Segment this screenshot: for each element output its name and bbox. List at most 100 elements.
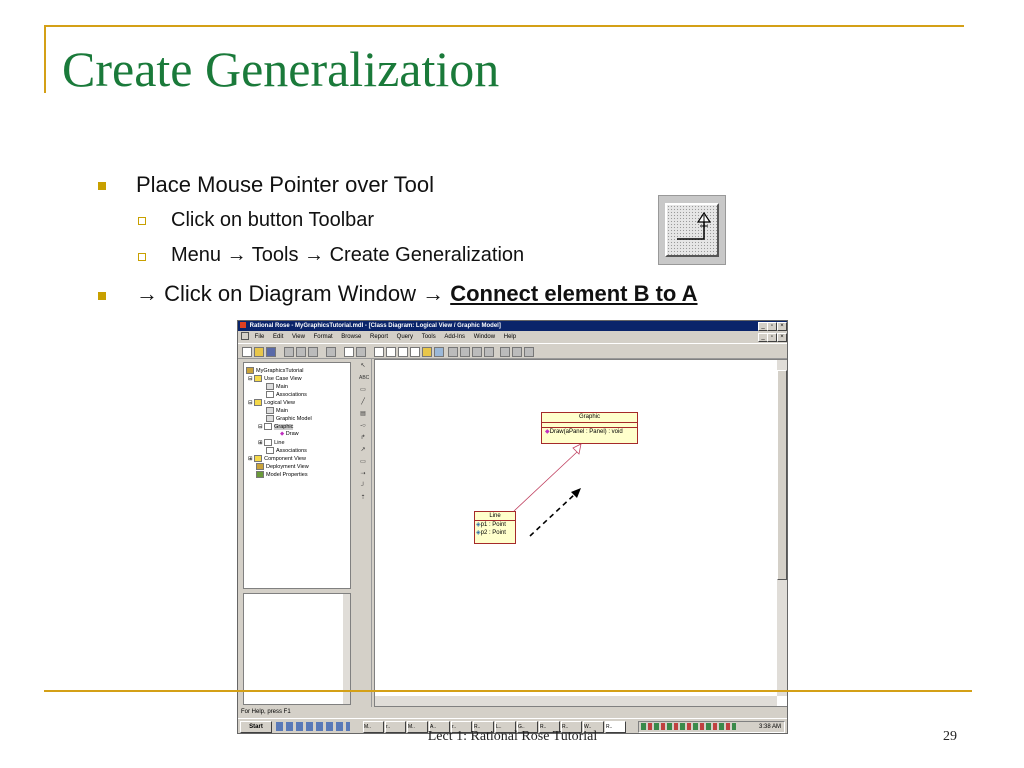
scroll-thumb[interactable] — [777, 370, 787, 580]
association-tool-icon[interactable]: ↱ — [359, 435, 367, 442]
print-icon[interactable] — [326, 347, 336, 357]
tree-item[interactable]: Main — [266, 383, 288, 391]
note-tool-icon[interactable]: ▭ — [359, 387, 367, 394]
dependency-tool-icon[interactable]: ⇢ — [359, 471, 367, 478]
tree-label: Line — [274, 439, 285, 446]
menu-report[interactable]: Report — [370, 332, 388, 342]
diagram-icon[interactable] — [398, 347, 408, 357]
sub-bullet-marker — [138, 253, 146, 261]
tree-item-selected[interactable]: ⊟ Graphic — [258, 423, 294, 431]
help-icon[interactable] — [344, 347, 354, 357]
deployment-icon — [256, 463, 264, 470]
window-title: Rational Rose - MyGraphicsTutorial.mdl -… — [249, 323, 501, 329]
menu-query[interactable]: Query — [397, 332, 413, 342]
quick-launch-icons[interactable] — [276, 722, 350, 731]
menu-browse[interactable]: Browse — [341, 332, 361, 342]
model-browser[interactable]: MyGraphicsTutorial ⊟ Use Case View Main … — [243, 362, 351, 589]
tree-label: Use Case View — [264, 375, 302, 382]
copy-icon[interactable] — [296, 347, 306, 357]
realize-tool-icon[interactable]: ⇡ — [359, 495, 367, 502]
zoom-icon[interactable] — [500, 347, 510, 357]
maximize-button[interactable]: ▫ — [767, 322, 777, 331]
diagram-canvas[interactable]: Graphic ◆Draw(aPanel : Panel) : void Lin… — [374, 359, 787, 707]
tree-label: Associations — [276, 447, 307, 454]
diagram-icon[interactable] — [410, 347, 420, 357]
diagram-icon[interactable] — [374, 347, 384, 357]
window-icon[interactable] — [524, 347, 534, 357]
tree-label: Graphic Model — [276, 415, 312, 422]
tree-item[interactable]: ⊞ Line — [258, 439, 285, 447]
diagram-toolbox: ↖ ABC ▭ ╱ ▤ -○ ↱ ↗ ▭ ⇢ ┘ ⇡ — [355, 359, 372, 707]
menu-add-ins[interactable]: Add-Ins — [444, 332, 465, 342]
doc-scrollbar[interactable] — [343, 594, 350, 704]
start-label: Start — [249, 724, 263, 730]
class-icon — [264, 439, 273, 446]
menu-help[interactable]: Help — [504, 332, 516, 342]
tree-item[interactable]: ⊟ Use Case View — [248, 375, 302, 383]
select-tool-icon[interactable]: ↖ — [359, 363, 367, 370]
open-icon[interactable] — [254, 347, 264, 357]
start-button[interactable]: Start — [240, 721, 272, 733]
aggregation-tool-icon[interactable]: ↗ — [359, 447, 367, 454]
text-tool-icon[interactable]: ABC — [359, 375, 369, 382]
horizontal-scrollbar[interactable] — [375, 696, 777, 706]
bullet-emphasis: Connect element B to A — [450, 281, 698, 306]
tree-label: Model Properties — [266, 471, 308, 478]
new-icon[interactable] — [242, 347, 252, 357]
browse-icon[interactable] — [356, 347, 366, 357]
menu-edit[interactable]: Edit — [273, 332, 283, 342]
tree-item[interactable]: ⊞ Component View — [248, 455, 306, 463]
bullet-text: Place Mouse Pointer over Tool — [136, 172, 434, 197]
tree-label: Logical View — [264, 399, 295, 406]
menu-format[interactable]: Format — [314, 332, 333, 342]
interface-tool-icon[interactable]: -○ — [359, 423, 367, 430]
tree-item[interactable]: Associations — [266, 391, 307, 399]
bullet-marker — [98, 292, 106, 300]
doc-maximize-button[interactable]: ▫ — [767, 333, 777, 342]
close-button[interactable]: × — [777, 322, 787, 331]
diagram-icon — [266, 415, 274, 422]
menu-window[interactable]: Window — [474, 332, 495, 342]
diagram-icon[interactable] — [434, 347, 444, 357]
tree-item[interactable]: Model Properties — [256, 471, 308, 479]
tree-item[interactable]: Deployment View — [256, 463, 309, 471]
menu-file[interactable]: File — [255, 332, 265, 342]
tree-item[interactable]: Graphic Model — [266, 415, 312, 423]
cut-icon[interactable] — [284, 347, 294, 357]
menu-tools[interactable]: Tools — [422, 332, 436, 342]
documentation-pane[interactable] — [243, 593, 351, 705]
package-tool-icon[interactable]: ▭ — [359, 459, 367, 466]
doc-close-button[interactable]: × — [777, 333, 787, 342]
save-icon[interactable] — [266, 347, 276, 357]
sub-bullet-text: Menu → Tools → Create Generalization — [171, 244, 525, 266]
paste-icon[interactable] — [308, 347, 318, 357]
folder-icon — [254, 399, 263, 406]
anchor-tool-icon[interactable]: ╱ — [359, 399, 367, 406]
diagram-icon[interactable] — [386, 347, 396, 357]
vertical-scrollbar[interactable] — [777, 360, 787, 696]
association-icon — [266, 391, 274, 398]
fit-icon[interactable] — [472, 347, 482, 357]
tree-label: Main — [276, 407, 288, 414]
diagram-icon[interactable] — [422, 347, 432, 357]
tree-item[interactable]: ⊟ Logical View — [248, 399, 295, 407]
generalization-tool-icon[interactable]: ┘ — [359, 483, 367, 490]
tree-item[interactable]: Associations — [266, 447, 307, 455]
tree-label: Deployment View — [266, 463, 309, 470]
tree-label: Main — [276, 383, 288, 390]
tree-item[interactable]: MyGraphicsTutorial — [246, 367, 303, 375]
association-icon — [266, 447, 274, 454]
zoom-icon[interactable] — [512, 347, 522, 357]
tray-icons[interactable] — [641, 723, 736, 730]
bottom-accent-line — [44, 690, 972, 692]
undo-fit-icon[interactable] — [484, 347, 494, 357]
generalization-arrow-icon — [677, 211, 712, 240]
generalization-connector — [513, 443, 582, 537]
tree-item[interactable]: ◆ Draw — [280, 431, 299, 438]
class-tool-icon[interactable]: ▤ — [359, 411, 367, 418]
menu-view[interactable]: View — [292, 332, 305, 342]
zoom-out-icon[interactable] — [460, 347, 470, 357]
zoom-in-icon[interactable] — [448, 347, 458, 357]
clock: 3:38 AM — [758, 724, 781, 730]
tree-item[interactable]: Main — [266, 407, 288, 415]
